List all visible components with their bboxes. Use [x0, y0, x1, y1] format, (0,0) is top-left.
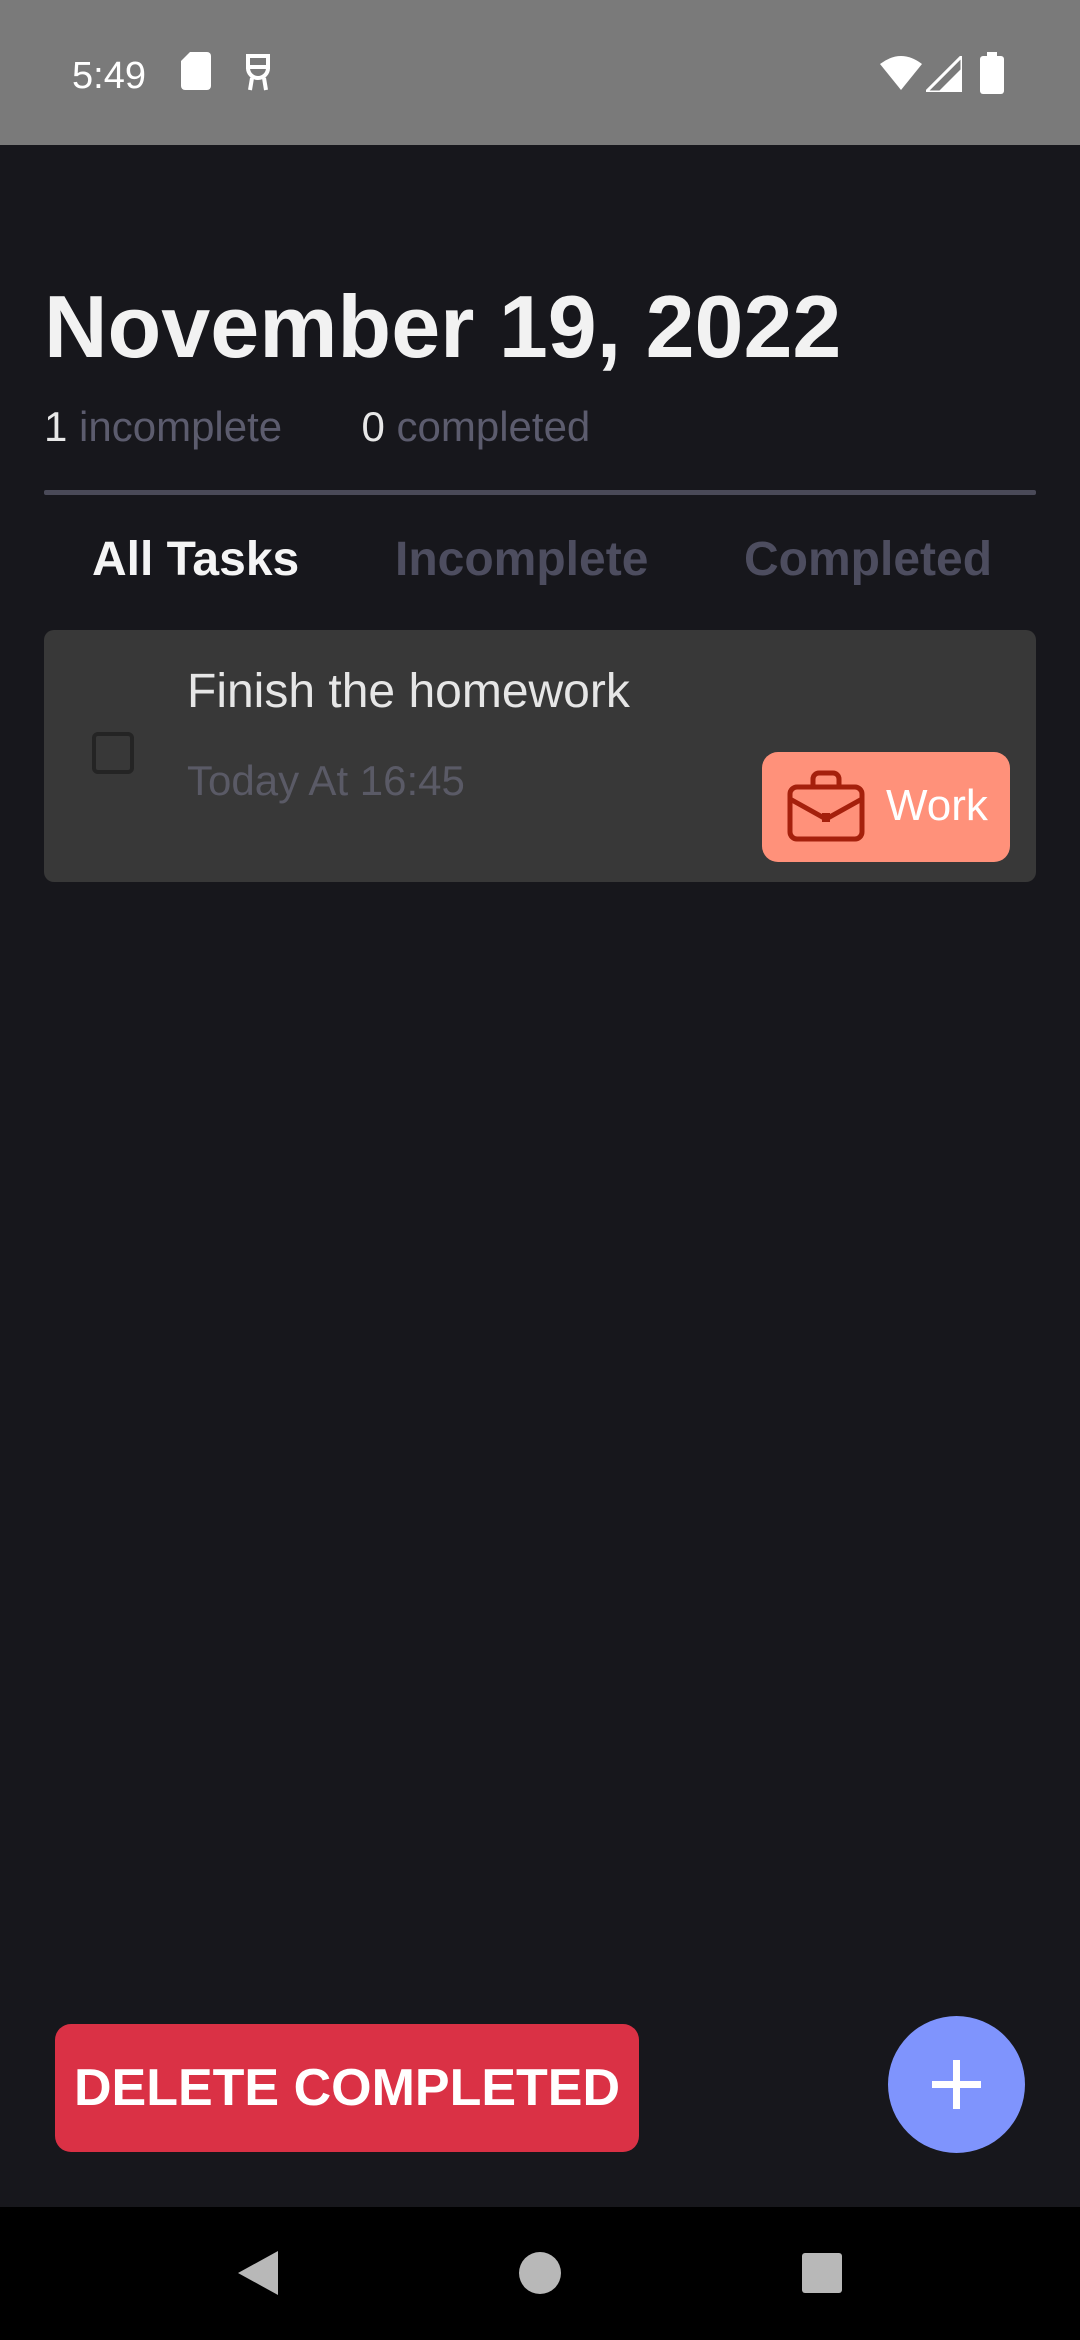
cell-signal-icon: [926, 56, 962, 92]
tab-all-tasks[interactable]: All Tasks: [92, 528, 299, 592]
nav-home-button[interactable]: [480, 2207, 600, 2340]
status-time: 5:49: [72, 55, 146, 97]
app-screen: 5:49 November 19, 2022 1 incomplete 0 co…: [0, 0, 1080, 2340]
page-title: November 19, 2022: [44, 277, 842, 376]
nav-back-button[interactable]: [198, 2207, 318, 2340]
task-title: Finish the homework: [187, 665, 630, 718]
back-icon: [238, 2251, 278, 2295]
category-label: Work: [886, 781, 988, 830]
add-task-button[interactable]: [888, 2016, 1025, 2153]
delete-completed-button[interactable]: DELETE COMPLETED: [55, 2024, 639, 2152]
briefcase-icon: [787, 770, 865, 842]
header-divider: [44, 490, 1036, 495]
sd-card-icon: [181, 52, 211, 90]
tab-incomplete[interactable]: Incomplete: [395, 528, 648, 592]
battery-icon: [980, 52, 1004, 94]
home-icon: [519, 2252, 561, 2294]
nav-recents-button[interactable]: [762, 2207, 882, 2340]
task-checkbox[interactable]: [92, 732, 134, 774]
incomplete-count: 1: [44, 403, 68, 450]
accessibility-icon: [246, 54, 270, 91]
nav-bar: [0, 2207, 1080, 2340]
completed-count: 0: [361, 403, 385, 450]
plus-icon: [932, 2060, 981, 2109]
category-badge-work[interactable]: Work: [762, 752, 1010, 862]
completed-label: completed: [396, 403, 591, 450]
task-counts: 1 incomplete 0 completed: [44, 400, 590, 454]
status-bar: 5:49: [0, 0, 1080, 145]
recents-icon: [802, 2253, 842, 2293]
task-card[interactable]: Finish the homework Today At 16:45 Work: [44, 630, 1036, 882]
incomplete-label: incomplete: [79, 403, 283, 450]
tab-completed[interactable]: Completed: [744, 528, 992, 592]
task-time: Today At 16:45: [187, 757, 465, 804]
wifi-icon: [880, 56, 922, 90]
